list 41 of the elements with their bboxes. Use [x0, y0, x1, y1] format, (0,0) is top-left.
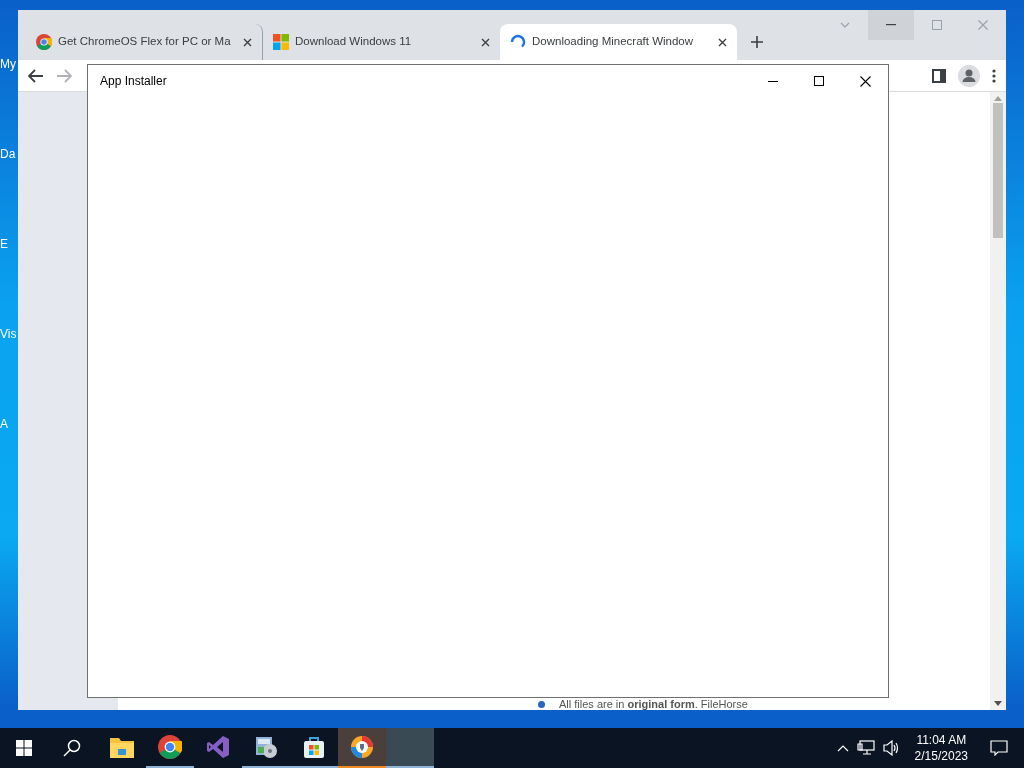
close-icon[interactable]	[718, 37, 727, 47]
desktop-icon-label[interactable]: Da	[0, 148, 18, 160]
shopping-bag-icon	[302, 735, 326, 759]
new-tab-icon[interactable]	[751, 36, 763, 48]
notification-icon[interactable]	[990, 740, 1008, 756]
menu-icon[interactable]	[992, 68, 996, 83]
windows-logo-icon	[273, 34, 289, 50]
tab-title: Download Windows 11	[295, 34, 413, 50]
bullet-icon	[538, 701, 545, 708]
search-icon[interactable]	[63, 739, 81, 757]
close-icon[interactable]	[859, 75, 871, 87]
speaker-icon[interactable]	[882, 740, 901, 756]
folder-icon	[110, 736, 134, 758]
back-arrow-icon[interactable]	[28, 68, 44, 83]
feature-text: All files are in original form. FileHorse	[559, 699, 748, 710]
close-icon[interactable]	[481, 37, 490, 47]
windows-start-icon[interactable]	[16, 740, 32, 756]
window-title: App Installer	[100, 73, 168, 90]
network-icon[interactable]	[856, 740, 875, 756]
desktop-icon-label[interactable]: My	[0, 58, 18, 70]
minimize-icon[interactable]	[886, 24, 896, 26]
side-panel-icon[interactable]	[932, 68, 946, 83]
chevron-up-icon[interactable]	[836, 744, 849, 752]
clock-time[interactable]: 11:04 AM	[916, 732, 967, 748]
scrollbar[interactable]	[990, 92, 1006, 710]
tab-title: Downloading Minecraft Window	[532, 34, 695, 50]
browser-tab[interactable]: Download Windows 11	[263, 24, 500, 60]
shield-browser-icon	[350, 735, 374, 759]
profile-avatar-icon[interactable]	[958, 64, 980, 87]
scrollbar-thumb[interactable]	[993, 103, 1003, 238]
tab-title: Get ChromeOS Flex for PC or Ma	[58, 34, 232, 50]
close-icon[interactable]	[243, 37, 252, 47]
clock-date[interactable]: 2/15/2023	[914, 748, 968, 764]
chrome-icon	[158, 735, 182, 759]
scroll-down-icon[interactable]	[994, 701, 1002, 706]
browser-tab[interactable]: Downloading Minecraft Window	[500, 24, 737, 60]
infinity-loop-icon	[206, 735, 230, 759]
loading-spinner-icon	[510, 34, 526, 50]
taskbar-app-button[interactable]	[338, 728, 386, 768]
chrome-icon	[36, 34, 52, 50]
installer-disc-icon	[254, 735, 278, 759]
